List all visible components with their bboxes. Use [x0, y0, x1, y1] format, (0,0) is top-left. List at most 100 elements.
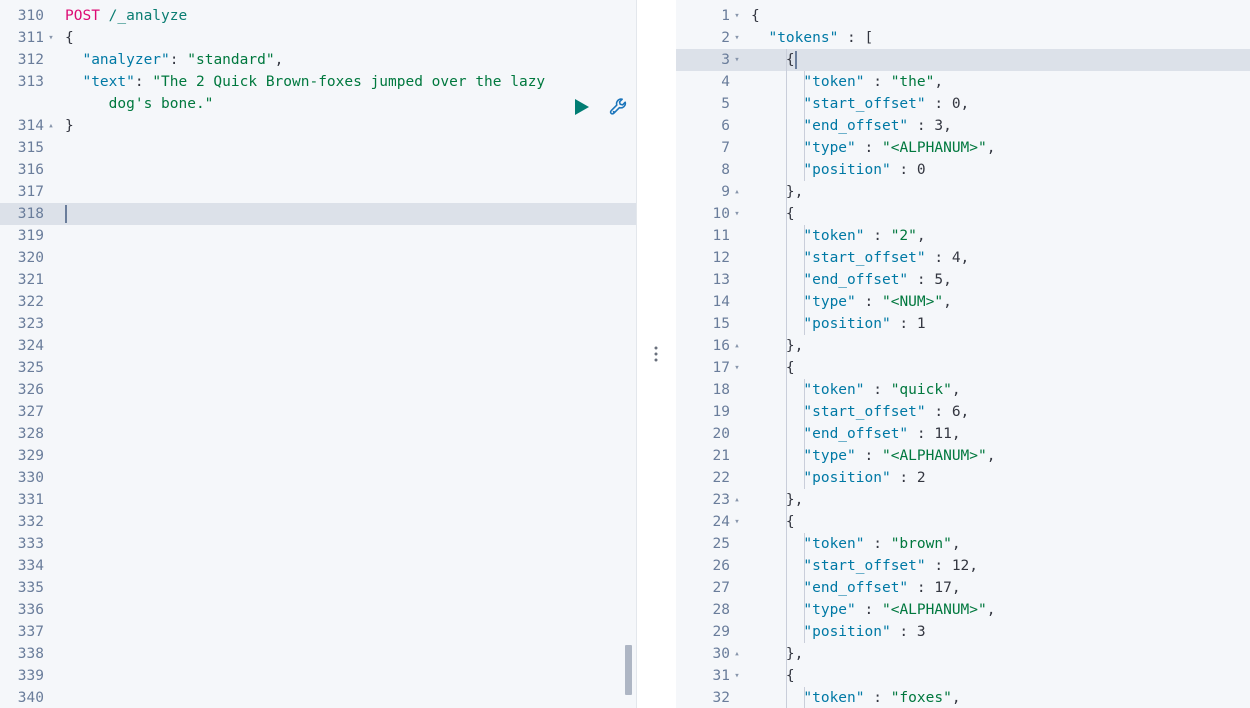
fold-expand-icon[interactable]: ▴: [732, 643, 742, 665]
line-number: 17: [712, 360, 730, 376]
response-editor-pane[interactable]: 1 ▾{2 ▾ "tokens" : [3 ▾ {4 "token" : "the",…: [676, 0, 1250, 708]
editor-line[interactable]: 333: [0, 533, 636, 555]
editor-line[interactable]: 316: [0, 159, 636, 181]
fold-collapse-icon[interactable]: ▾: [732, 203, 742, 225]
editor-line[interactable]: 338: [0, 643, 636, 665]
editor-line[interactable]: 12 "start_offset" : 4,: [676, 247, 1250, 269]
editor-line[interactable]: 17 ▾ {: [676, 357, 1250, 379]
panel-splitter[interactable]: [636, 0, 676, 708]
editor-line[interactable]: 314 ▴}: [0, 115, 636, 137]
editor-line[interactable]: 324: [0, 335, 636, 357]
request-editor-pane[interactable]: 310 POST /_analyze 311 ▾ {312 "analyzer": "s…: [0, 0, 636, 708]
editor-line[interactable]: 320: [0, 247, 636, 269]
editor-line[interactable]: 10 ▾ {: [676, 203, 1250, 225]
response-editor-lines[interactable]: 1 ▾{2 ▾ "tokens" : [3 ▾ {4 "token" : "the",…: [676, 5, 1250, 708]
editor-line[interactable]: 326: [0, 379, 636, 401]
fold-collapse-icon[interactable]: ▾: [732, 511, 742, 533]
request-editor-scrollbar[interactable]: [622, 0, 634, 708]
line-number: 28: [712, 602, 730, 618]
editor-line[interactable]: 23 ▴ },: [676, 489, 1250, 511]
editor-line[interactable]: 14 "type" : "<NUM>",: [676, 291, 1250, 313]
editor-line[interactable]: 330: [0, 467, 636, 489]
fold-expand-icon[interactable]: ▴: [732, 335, 742, 357]
editor-line[interactable]: 318: [0, 203, 636, 225]
fold-expand-icon[interactable]: ▴: [732, 181, 742, 203]
line-number: 25: [712, 536, 730, 552]
editor-line[interactable]: dog's bone.": [0, 93, 636, 115]
line-number: 23: [712, 492, 730, 508]
editor-line[interactable]: 7 "type" : "<ALPHANUM>",: [676, 137, 1250, 159]
editor-line[interactable]: 339: [0, 665, 636, 687]
editor-line[interactable]: 21 "type" : "<ALPHANUM>",: [676, 445, 1250, 467]
editor-line[interactable]: 15 "position" : 1: [676, 313, 1250, 335]
fold-collapse-icon[interactable]: ▾: [732, 49, 742, 71]
editor-line[interactable]: 27 "end_offset" : 17,: [676, 577, 1250, 599]
editor-line[interactable]: 336: [0, 599, 636, 621]
code-text: "type" : "<NUM>",: [803, 294, 952, 310]
editor-line[interactable]: 8 "position" : 0: [676, 159, 1250, 181]
editor-line[interactable]: 331: [0, 489, 636, 511]
fold-collapse-icon[interactable]: ▾: [732, 357, 742, 379]
editor-line[interactable]: 315: [0, 137, 636, 159]
editor-line[interactable]: 334: [0, 555, 636, 577]
line-number: 29: [712, 624, 730, 640]
request-editor-lines[interactable]: 310 POST /_analyze 311 ▾ {312 "analyzer": "s…: [0, 5, 636, 708]
line-number: 24: [712, 514, 730, 530]
code-text: "type" : "<ALPHANUM>",: [803, 448, 996, 464]
code-text: "start_offset" : 4,: [803, 250, 970, 266]
editor-line[interactable]: 322: [0, 291, 636, 313]
line-number: 4: [721, 74, 730, 90]
editor-line[interactable]: 317: [0, 181, 636, 203]
editor-line[interactable]: 19 "start_offset" : 6,: [676, 401, 1250, 423]
editor-line[interactable]: 28 "type" : "<ALPHANUM>",: [676, 599, 1250, 621]
editor-line[interactable]: 335: [0, 577, 636, 599]
editor-line[interactable]: 25 "token" : "brown",: [676, 533, 1250, 555]
fold-expand-icon[interactable]: ▴: [732, 489, 742, 511]
editor-line[interactable]: 32 "token" : "foxes",: [676, 687, 1250, 708]
line-number: 20: [712, 426, 730, 442]
editor-line[interactable]: 332: [0, 511, 636, 533]
editor-line[interactable]: 329: [0, 445, 636, 467]
line-number: 27: [712, 580, 730, 596]
editor-line[interactable]: 29 "position" : 3: [676, 621, 1250, 643]
fold-collapse-icon[interactable]: ▾: [732, 665, 742, 687]
editor-line[interactable]: 340: [0, 687, 636, 708]
play-icon[interactable]: [570, 96, 592, 118]
request-editor-scroll-thumb[interactable]: [625, 645, 632, 695]
fold-collapse-icon[interactable]: ▾: [732, 27, 742, 49]
fold-expand-icon[interactable]: ▴: [46, 115, 56, 137]
editor-line[interactable]: 321: [0, 269, 636, 291]
editor-line[interactable]: 18 "token" : "quick",: [676, 379, 1250, 401]
editor-line[interactable]: 16 ▴ },: [676, 335, 1250, 357]
editor-line[interactable]: 5 "start_offset" : 0,: [676, 93, 1250, 115]
editor-line[interactable]: 11 "token" : "2",: [676, 225, 1250, 247]
editor-line[interactable]: 31 ▾ {: [676, 665, 1250, 687]
editor-line[interactable]: 310 POST /_analyze: [0, 5, 636, 27]
editor-line[interactable]: 337: [0, 621, 636, 643]
editor-line[interactable]: 328: [0, 423, 636, 445]
editor-line[interactable]: 327: [0, 401, 636, 423]
editor-line[interactable]: 312 "analyzer": "standard",: [0, 49, 636, 71]
fold-collapse-icon[interactable]: ▾: [732, 5, 742, 27]
editor-line[interactable]: 30 ▴ },: [676, 643, 1250, 665]
code-text: "position" : 1: [803, 316, 926, 332]
editor-line[interactable]: 6 "end_offset" : 3,: [676, 115, 1250, 137]
editor-line[interactable]: 26 "start_offset" : 12,: [676, 555, 1250, 577]
editor-line[interactable]: 3 ▾ {: [676, 49, 1250, 71]
editor-line[interactable]: 1 ▾ {: [676, 5, 1250, 27]
editor-line[interactable]: 311 ▾ {: [0, 27, 636, 49]
fold-collapse-icon[interactable]: ▾: [46, 27, 56, 49]
editor-line[interactable]: 20 "end_offset" : 11,: [676, 423, 1250, 445]
editor-line[interactable]: 313 "text": "The 2 Quick Brown-foxes jum…: [0, 71, 636, 93]
editor-line[interactable]: 9 ▴ },: [676, 181, 1250, 203]
editor-line[interactable]: 13 "end_offset" : 5,: [676, 269, 1250, 291]
line-number: 327: [17, 404, 44, 420]
editor-line[interactable]: 4 "token" : "the",: [676, 71, 1250, 93]
splitter-grip-icon[interactable]: [654, 346, 658, 362]
editor-line[interactable]: 323: [0, 313, 636, 335]
editor-line[interactable]: 319: [0, 225, 636, 247]
editor-line[interactable]: 22 "position" : 2: [676, 467, 1250, 489]
editor-line[interactable]: 325: [0, 357, 636, 379]
editor-line[interactable]: 2 ▾ "tokens" : [: [676, 27, 1250, 49]
editor-line[interactable]: 24 ▾ {: [676, 511, 1250, 533]
